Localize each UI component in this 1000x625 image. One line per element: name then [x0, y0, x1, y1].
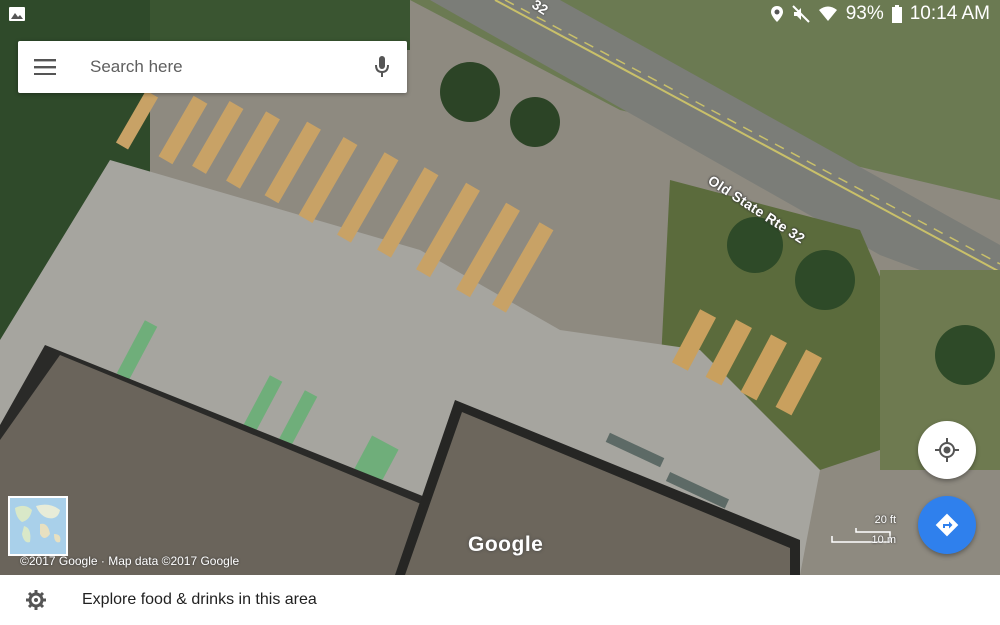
search-bar[interactable]: Search here	[18, 41, 407, 93]
directions-button[interactable]	[918, 496, 976, 554]
map-scale: 20 ft 10 m	[830, 514, 896, 548]
mic-icon	[375, 56, 389, 77]
explore-bar[interactable]: Explore food & drinks in this area	[0, 575, 1000, 625]
scale-meters: 10 m	[871, 534, 896, 546]
my-location-icon	[935, 438, 959, 462]
menu-icon	[34, 59, 56, 75]
mute-icon	[791, 5, 810, 23]
image-icon	[9, 7, 25, 21]
wifi-icon	[818, 6, 837, 21]
battery-icon	[891, 5, 902, 23]
world-map-thumbnail-icon	[10, 498, 66, 554]
explore-text[interactable]: Explore food & drinks in this area	[72, 591, 317, 609]
explore-icon	[26, 590, 46, 610]
voice-search-button[interactable]	[357, 55, 407, 79]
battery-percent: 93%	[845, 3, 884, 24]
google-logo: Google	[468, 533, 544, 556]
search-input[interactable]: Search here	[72, 57, 357, 77]
directions-icon	[935, 513, 959, 537]
location-icon	[770, 6, 783, 22]
clock: 10:14 AM	[909, 3, 990, 24]
map-copyright: ©2017 Google · Map data ©2017 Google	[20, 554, 240, 568]
status-bar: 93% 10:14 AM	[0, 0, 1000, 28]
menu-button[interactable]	[18, 59, 72, 75]
layers-thumbnail[interactable]	[8, 496, 68, 556]
my-location-button[interactable]	[918, 421, 976, 479]
scale-feet: 20 ft	[874, 514, 896, 526]
